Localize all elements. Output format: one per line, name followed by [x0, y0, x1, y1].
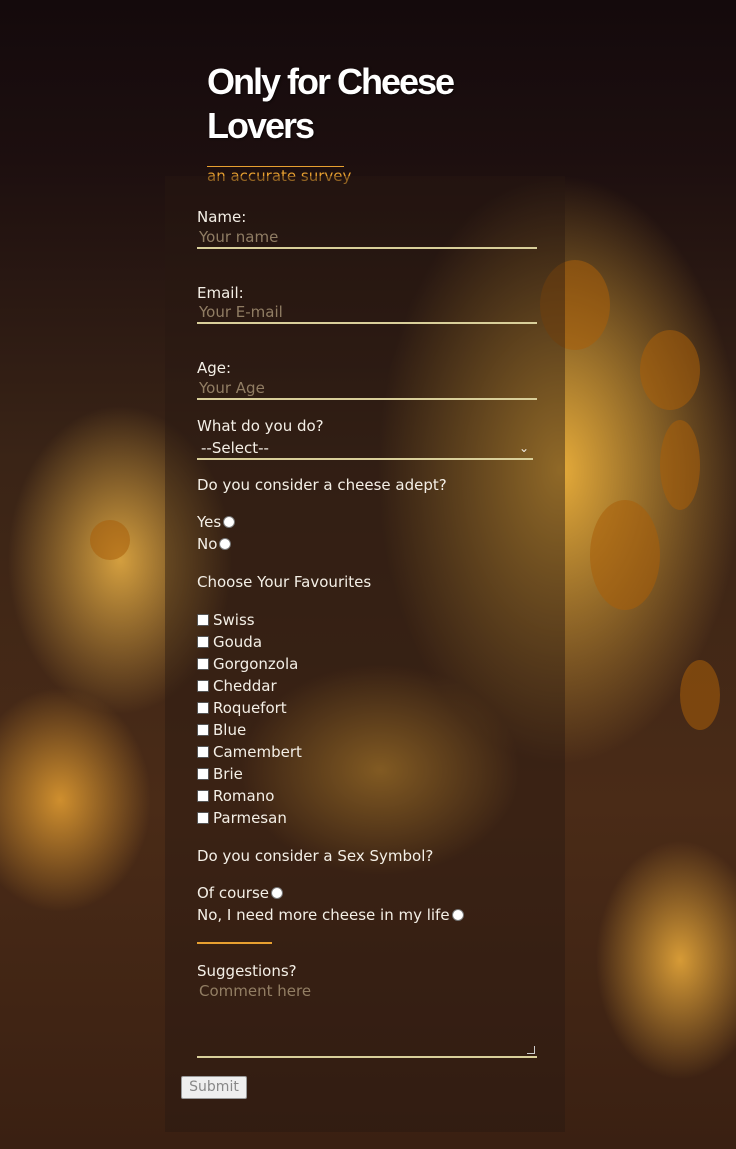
checkbox[interactable] [197, 812, 209, 824]
header: Only for Cheese Lovers an accurate surve… [207, 60, 537, 185]
occupation-select-value: --Select-- [201, 439, 269, 457]
favourite-option[interactable]: Gorgonzola [193, 655, 298, 673]
radio-button[interactable] [451, 909, 464, 921]
name-input[interactable] [197, 227, 537, 249]
checkbox[interactable] [197, 702, 209, 714]
favourite-option[interactable]: Cheddar [193, 677, 277, 695]
cheese-hole-decoration [590, 500, 660, 610]
checkbox-label: Romano [213, 787, 275, 805]
email-input[interactable] [197, 302, 537, 324]
sex-symbol-option-yes[interactable]: Of course [197, 884, 283, 902]
radio-button[interactable] [271, 887, 283, 899]
chevron-down-icon: ⌄ [518, 441, 529, 455]
name-label: Name: [197, 208, 247, 226]
resize-handle-icon[interactable] [527, 1046, 535, 1054]
favourite-option[interactable]: Camembert [193, 743, 302, 761]
favourite-option[interactable]: Blue [193, 721, 246, 739]
checkbox-label: Blue [213, 721, 247, 739]
occupation-label: What do you do? [197, 417, 324, 435]
adept-option-no[interactable]: No [197, 535, 232, 553]
cheese-hole-decoration [640, 330, 700, 410]
cheese-hole-decoration [660, 420, 700, 510]
radio-label: No, I need more cheese in my life [197, 906, 450, 924]
checkbox-label: Gouda [213, 633, 263, 651]
suggestions-label: Suggestions? [197, 962, 297, 980]
checkbox[interactable] [197, 614, 209, 626]
checkbox[interactable] [197, 636, 209, 648]
checkbox-label: Roquefort [213, 699, 287, 717]
radio-label: No [197, 535, 218, 553]
survey-form: Name: Email: Age: What do you do? --Sele… [165, 176, 565, 1132]
adept-option-yes[interactable]: Yes [197, 513, 236, 531]
email-label: Email: [197, 284, 244, 302]
checkbox-label: Cheddar [213, 677, 277, 695]
occupation-select[interactable]: --Select-- ⌄ [197, 438, 533, 460]
age-input[interactable] [197, 378, 537, 400]
submit-button[interactable]: Submit [181, 1076, 247, 1099]
adept-question: Do you consider a cheese adept? [197, 476, 447, 494]
checkbox-label: Parmesan [213, 809, 287, 827]
favourite-option[interactable]: Parmesan [193, 809, 287, 827]
age-label: Age: [197, 359, 232, 377]
favourite-option[interactable]: Gouda [193, 633, 262, 651]
checkbox-label: Brie [213, 765, 243, 783]
checkbox[interactable] [197, 680, 209, 692]
radio-label: Yes [197, 513, 222, 531]
checkbox-label: Gorgonzola [213, 655, 299, 673]
suggestions-placeholder: Comment here [199, 982, 312, 1000]
favourite-option[interactable]: Swiss [193, 611, 255, 629]
checkbox[interactable] [197, 658, 209, 670]
radio-button[interactable] [223, 516, 236, 528]
page-title: Only for Cheese Lovers [207, 61, 455, 146]
sex-symbol-option-no[interactable]: No, I need more cheese in my life [197, 906, 464, 924]
suggestions-textarea[interactable]: Comment here [197, 982, 537, 1058]
radio-label: Of course [197, 884, 269, 902]
checkbox-label: Camembert [213, 743, 302, 761]
favourites-question: Choose Your Favourites [197, 573, 372, 591]
checkbox[interactable] [197, 768, 209, 780]
cheese-hole-decoration [90, 520, 130, 560]
radio-button[interactable] [219, 538, 232, 550]
checkbox[interactable] [197, 790, 209, 802]
checkbox[interactable] [197, 746, 209, 758]
favourite-option[interactable]: Brie [193, 765, 243, 783]
cheese-hole-decoration [680, 660, 720, 730]
favourite-option[interactable]: Roquefort [193, 699, 287, 717]
checkbox-label: Swiss [213, 611, 255, 629]
checkbox[interactable] [197, 724, 209, 736]
sex-symbol-question: Do you consider a Sex Symbol? [197, 847, 434, 865]
favourite-option[interactable]: Romano [193, 787, 274, 805]
section-divider [197, 942, 272, 944]
